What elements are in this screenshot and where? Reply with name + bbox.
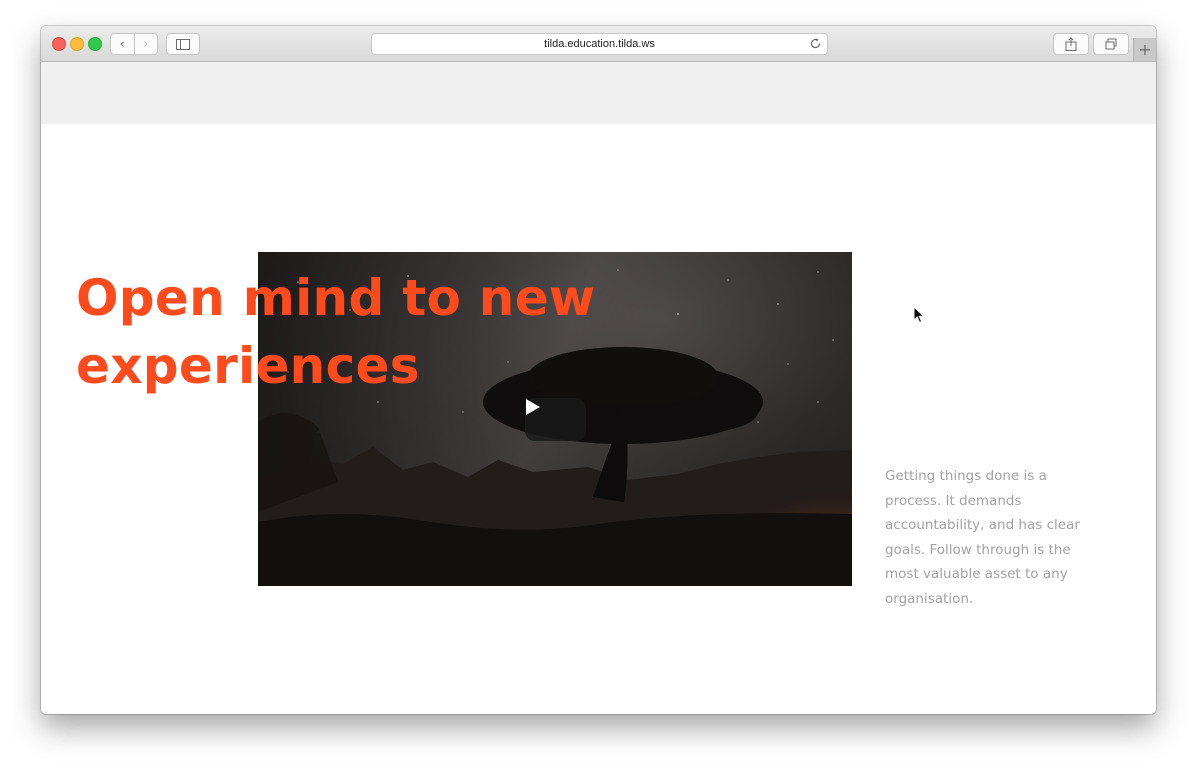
page-headline: Open mind to new experiences [76, 269, 596, 395]
tabs-overview-button[interactable] [1093, 33, 1129, 55]
intro-paragraph: Getting things done is a process. It dem… [885, 468, 1080, 607]
reload-icon[interactable] [809, 37, 822, 50]
back-button[interactable]: ‹ [111, 34, 135, 54]
play-icon [526, 399, 540, 415]
share-icon [1065, 37, 1077, 51]
plus-icon: + [1138, 39, 1152, 59]
browser-window: ‹ › tilda.education.tilda.ws + Open mind… [41, 26, 1156, 714]
chevron-right-icon: › [143, 36, 149, 52]
mouse-pointer-icon [913, 306, 925, 324]
traffic-close-icon[interactable] [52, 37, 66, 51]
sidebar-icon [176, 38, 190, 50]
browser-toolbar: ‹ › tilda.education.tilda.ws + [41, 26, 1156, 62]
play-button[interactable] [525, 398, 586, 441]
new-tab-button[interactable]: + [1133, 38, 1156, 61]
sidebar-button[interactable] [166, 33, 200, 55]
url-text: tilda.education.tilda.ws [544, 38, 655, 50]
header-band [41, 62, 1156, 124]
traffic-minimize-icon[interactable] [70, 37, 84, 51]
traffic-zoom-icon[interactable] [88, 37, 102, 51]
chevron-left-icon: ‹ [119, 36, 125, 52]
share-button[interactable] [1053, 33, 1089, 55]
page-content: Open mind to new experiences Getting thi… [41, 62, 1156, 714]
forward-button[interactable]: › [135, 34, 158, 54]
navigation-buttons: ‹ › [110, 33, 158, 55]
address-bar[interactable]: tilda.education.tilda.ws [371, 33, 828, 55]
screen: ‹ › tilda.education.tilda.ws + Open mind… [0, 0, 1200, 770]
tabs-overview-icon [1105, 38, 1117, 50]
